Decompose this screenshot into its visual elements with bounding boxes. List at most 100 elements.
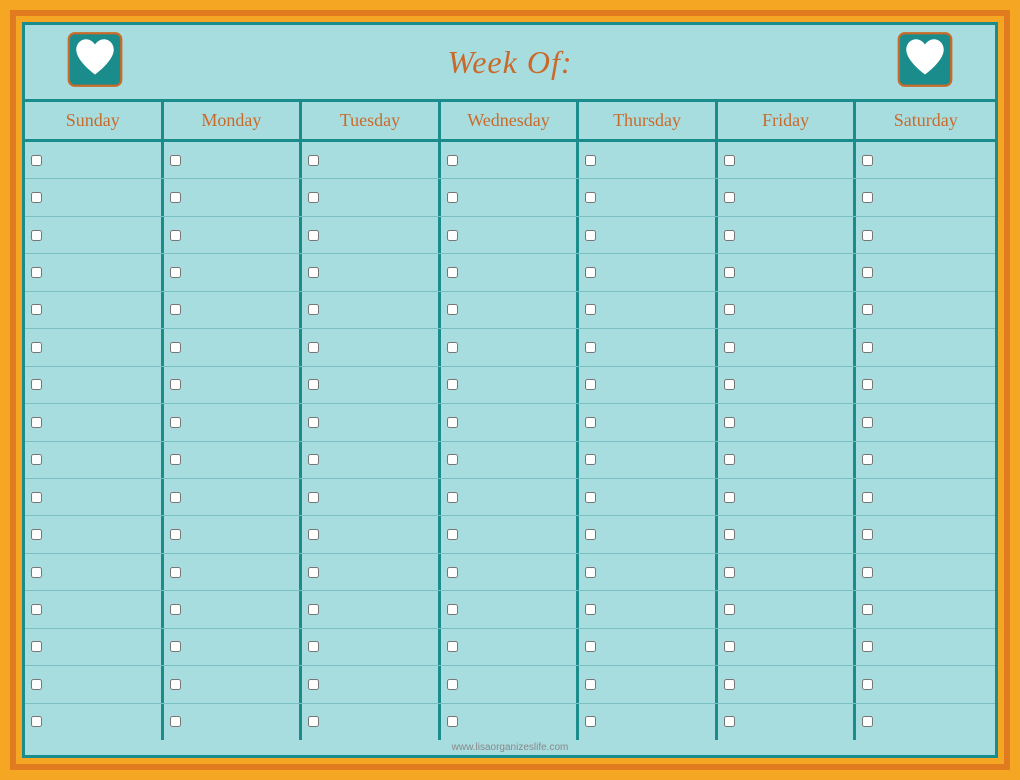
task-checkbox[interactable] — [170, 342, 181, 353]
task-checkbox[interactable] — [170, 529, 181, 540]
task-checkbox[interactable] — [447, 304, 458, 315]
task-checkbox[interactable] — [585, 604, 596, 615]
task-checkbox[interactable] — [585, 567, 596, 578]
task-checkbox[interactable] — [308, 492, 319, 503]
task-checkbox[interactable] — [308, 716, 319, 727]
task-checkbox[interactable] — [308, 379, 319, 390]
task-checkbox[interactable] — [585, 304, 596, 315]
task-checkbox[interactable] — [447, 155, 458, 166]
task-checkbox[interactable] — [31, 304, 42, 315]
task-checkbox[interactable] — [308, 155, 319, 166]
task-checkbox[interactable] — [862, 492, 873, 503]
task-checkbox[interactable] — [862, 417, 873, 428]
task-checkbox[interactable] — [724, 641, 735, 652]
task-checkbox[interactable] — [447, 379, 458, 390]
task-checkbox[interactable] — [170, 641, 181, 652]
task-checkbox[interactable] — [308, 567, 319, 578]
task-checkbox[interactable] — [585, 230, 596, 241]
task-checkbox[interactable] — [585, 679, 596, 690]
task-checkbox[interactable] — [31, 417, 42, 428]
task-checkbox[interactable] — [447, 192, 458, 203]
task-checkbox[interactable] — [862, 230, 873, 241]
task-checkbox[interactable] — [585, 529, 596, 540]
task-checkbox[interactable] — [724, 567, 735, 578]
task-checkbox[interactable] — [724, 267, 735, 278]
task-checkbox[interactable] — [724, 679, 735, 690]
task-checkbox[interactable] — [447, 679, 458, 690]
task-checkbox[interactable] — [170, 567, 181, 578]
task-checkbox[interactable] — [447, 492, 458, 503]
task-checkbox[interactable] — [308, 267, 319, 278]
task-checkbox[interactable] — [31, 454, 42, 465]
task-checkbox[interactable] — [170, 304, 181, 315]
task-checkbox[interactable] — [585, 155, 596, 166]
task-checkbox[interactable] — [585, 492, 596, 503]
task-checkbox[interactable] — [724, 304, 735, 315]
task-checkbox[interactable] — [170, 230, 181, 241]
task-checkbox[interactable] — [862, 641, 873, 652]
task-checkbox[interactable] — [862, 304, 873, 315]
task-checkbox[interactable] — [585, 716, 596, 727]
task-checkbox[interactable] — [862, 716, 873, 727]
task-checkbox[interactable] — [31, 342, 42, 353]
task-checkbox[interactable] — [31, 267, 42, 278]
task-checkbox[interactable] — [862, 342, 873, 353]
task-checkbox[interactable] — [31, 716, 42, 727]
task-checkbox[interactable] — [585, 417, 596, 428]
task-checkbox[interactable] — [724, 716, 735, 727]
task-checkbox[interactable] — [862, 454, 873, 465]
task-checkbox[interactable] — [862, 604, 873, 615]
task-checkbox[interactable] — [31, 192, 42, 203]
task-checkbox[interactable] — [170, 679, 181, 690]
task-checkbox[interactable] — [447, 716, 458, 727]
task-checkbox[interactable] — [308, 417, 319, 428]
task-checkbox[interactable] — [447, 641, 458, 652]
task-checkbox[interactable] — [170, 155, 181, 166]
task-checkbox[interactable] — [862, 679, 873, 690]
task-checkbox[interactable] — [724, 342, 735, 353]
task-checkbox[interactable] — [31, 641, 42, 652]
task-checkbox[interactable] — [585, 454, 596, 465]
task-checkbox[interactable] — [170, 492, 181, 503]
task-checkbox[interactable] — [31, 492, 42, 503]
task-checkbox[interactable] — [447, 267, 458, 278]
task-checkbox[interactable] — [724, 604, 735, 615]
task-checkbox[interactable] — [31, 155, 42, 166]
task-checkbox[interactable] — [862, 267, 873, 278]
task-checkbox[interactable] — [170, 267, 181, 278]
task-checkbox[interactable] — [862, 379, 873, 390]
task-checkbox[interactable] — [308, 192, 319, 203]
task-checkbox[interactable] — [724, 230, 735, 241]
task-checkbox[interactable] — [447, 567, 458, 578]
task-checkbox[interactable] — [585, 267, 596, 278]
task-checkbox[interactable] — [31, 529, 42, 540]
task-checkbox[interactable] — [447, 230, 458, 241]
task-checkbox[interactable] — [724, 155, 735, 166]
task-checkbox[interactable] — [862, 192, 873, 203]
task-checkbox[interactable] — [447, 604, 458, 615]
task-checkbox[interactable] — [862, 155, 873, 166]
task-checkbox[interactable] — [862, 529, 873, 540]
task-checkbox[interactable] — [308, 230, 319, 241]
task-checkbox[interactable] — [308, 342, 319, 353]
task-checkbox[interactable] — [585, 641, 596, 652]
task-checkbox[interactable] — [724, 192, 735, 203]
task-checkbox[interactable] — [308, 679, 319, 690]
task-checkbox[interactable] — [447, 417, 458, 428]
task-checkbox[interactable] — [447, 529, 458, 540]
task-checkbox[interactable] — [170, 379, 181, 390]
task-checkbox[interactable] — [308, 641, 319, 652]
task-checkbox[interactable] — [447, 342, 458, 353]
task-checkbox[interactable] — [585, 192, 596, 203]
task-checkbox[interactable] — [724, 379, 735, 390]
task-checkbox[interactable] — [170, 604, 181, 615]
task-checkbox[interactable] — [170, 716, 181, 727]
task-checkbox[interactable] — [308, 529, 319, 540]
task-checkbox[interactable] — [31, 567, 42, 578]
task-checkbox[interactable] — [31, 230, 42, 241]
task-checkbox[interactable] — [170, 417, 181, 428]
task-checkbox[interactable] — [447, 454, 458, 465]
task-checkbox[interactable] — [585, 342, 596, 353]
task-checkbox[interactable] — [724, 417, 735, 428]
task-checkbox[interactable] — [308, 304, 319, 315]
